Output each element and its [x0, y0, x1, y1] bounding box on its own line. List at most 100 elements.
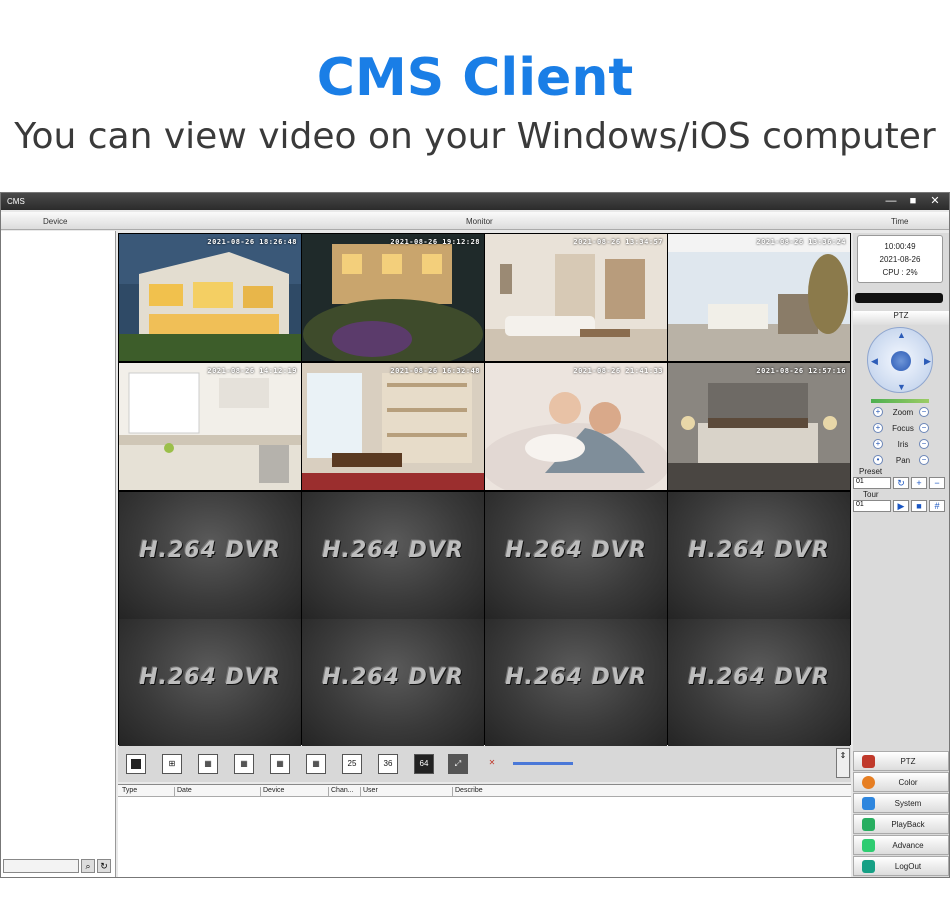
- iris-close-button[interactable]: −: [919, 439, 929, 449]
- clock-display: 10:00:49 2021-08-26 CPU : 2%: [857, 235, 943, 283]
- focus-control: + Focus −: [871, 423, 933, 435]
- menu-color[interactable]: Color: [853, 772, 949, 792]
- fullscreen-icon[interactable]: ⤢: [448, 754, 468, 774]
- camera-tile-8[interactable]: 2021-08-26 12:57:16: [668, 363, 850, 490]
- camera-timestamp: 2021-08-26 12:57:16: [756, 367, 846, 375]
- search-icon[interactable]: ⌕: [81, 859, 95, 873]
- dvr-tile-14[interactable]: H.264 DVR: [302, 619, 484, 746]
- tour-grid-button[interactable]: #: [929, 500, 945, 512]
- camera-timestamp: 2021-08-26 13:36:24: [756, 238, 846, 246]
- dvr-label: H.264 DVR: [688, 538, 830, 563]
- camera-tile-2[interactable]: 2021-08-26 19:12:28: [302, 234, 484, 361]
- dvr-tile-15[interactable]: H.264 DVR: [485, 619, 667, 746]
- maximize-button[interactable]: ■: [907, 194, 919, 208]
- zoom-control: + Zoom −: [871, 407, 933, 419]
- camera-tile-6[interactable]: 2021-08-26 16:32:48: [302, 363, 484, 490]
- log-col-channel[interactable]: Chan...: [328, 787, 354, 797]
- split-6-button[interactable]: ▦: [198, 754, 218, 774]
- refresh-icon[interactable]: ↻: [97, 859, 111, 873]
- arrow-left-icon[interactable]: ◀: [871, 356, 878, 367]
- volume-slider[interactable]: [513, 762, 573, 765]
- time-header: Time: [891, 217, 909, 226]
- close-button[interactable]: ✕: [929, 194, 941, 208]
- iris-label: Iris: [897, 440, 909, 449]
- focus-in-button[interactable]: +: [873, 423, 883, 433]
- arrow-right-icon[interactable]: ▶: [924, 356, 931, 367]
- ptz-center-button[interactable]: [891, 351, 911, 371]
- menu-ptz[interactable]: PTZ: [853, 751, 949, 771]
- log-header-row: Type Date Device Chan... User Describe: [118, 785, 851, 797]
- dvr-tile-11[interactable]: H.264 DVR: [485, 492, 667, 619]
- camera-timestamp: 2021-08-26 19:12:28: [390, 238, 480, 246]
- device-search-input[interactable]: [3, 859, 79, 873]
- minimize-button[interactable]: —: [885, 194, 897, 208]
- tour-stop-button[interactable]: ■: [911, 500, 927, 512]
- ptz-icon: [862, 755, 875, 768]
- preset-call-button[interactable]: ↻: [893, 477, 909, 489]
- split-8-button[interactable]: ▦: [270, 754, 290, 774]
- dvr-tile-10[interactable]: H.264 DVR: [302, 492, 484, 619]
- dvr-tile-9[interactable]: H.264 DVR: [119, 492, 301, 619]
- camera-feed-villa: [119, 234, 301, 361]
- zoom-out-button[interactable]: −: [919, 407, 929, 417]
- preset-add-button[interactable]: +: [911, 477, 927, 489]
- dvr-tile-12[interactable]: H.264 DVR: [668, 492, 850, 619]
- menu-system[interactable]: System: [853, 793, 949, 813]
- window-titlebar[interactable]: CMS — ■ ✕: [1, 193, 949, 210]
- pan-stop-button[interactable]: −: [919, 455, 929, 465]
- device-tree-panel[interactable]: ⌕ ↻: [1, 231, 116, 877]
- playback-icon: [862, 818, 875, 831]
- window-title: CMS: [7, 197, 25, 206]
- log-col-date[interactable]: Date: [174, 787, 192, 797]
- pan-start-button[interactable]: •: [873, 455, 883, 465]
- focus-out-button[interactable]: −: [919, 423, 929, 433]
- preset-select[interactable]: 01: [853, 477, 891, 489]
- main-menu: PTZ Color System PlayBack Advance LogOut: [853, 749, 949, 877]
- log-col-type[interactable]: Type: [120, 787, 137, 797]
- camera-tile-3[interactable]: 2021-08-26 13:34:57: [485, 234, 667, 361]
- color-icon: [862, 776, 875, 789]
- split-toolbar: ⊞ ▦ ▦ ▦ ▦ 25 36 64 ⤢ ✕ ⇕: [118, 746, 851, 782]
- tour-play-button[interactable]: ▶: [893, 500, 909, 512]
- dvr-label: H.264 DVR: [505, 665, 647, 690]
- menu-logout[interactable]: LogOut: [853, 856, 949, 876]
- camera-timestamp: 2021-08-26 13:34:57: [573, 238, 663, 246]
- scroll-toggle-icon[interactable]: ⇕: [836, 748, 850, 778]
- split-16-button[interactable]: ▦: [306, 754, 326, 774]
- cpu-usage: CPU : 2%: [882, 268, 918, 277]
- split-1-button[interactable]: [126, 754, 146, 774]
- tour-select[interactable]: 01: [853, 500, 891, 512]
- camera-tile-4[interactable]: 2021-08-26 13:36:24: [668, 234, 850, 361]
- arrow-up-icon[interactable]: ▲: [897, 330, 906, 340]
- ptz-speed-slider[interactable]: [871, 399, 929, 403]
- log-col-user[interactable]: User: [360, 787, 378, 797]
- split-9-button[interactable]: ▦: [234, 754, 254, 774]
- camera-tile-1[interactable]: 2021-08-26 18:26:48: [119, 234, 301, 361]
- clock-time: 10:00:49: [884, 242, 916, 251]
- mute-icon[interactable]: ✕: [482, 754, 502, 774]
- split-25-button[interactable]: 25: [342, 754, 362, 774]
- split-64-button[interactable]: 64: [414, 754, 434, 774]
- hero-subtitle: You can view video on your Windows/iOS c…: [14, 116, 936, 157]
- camera-timestamp: 2021-08-26 21:41:33: [573, 367, 663, 375]
- menu-playback[interactable]: PlayBack: [853, 814, 949, 834]
- panel-header-bar: Device Monitor Time: [1, 212, 949, 230]
- iris-open-button[interactable]: +: [873, 439, 883, 449]
- ptz-direction-pad[interactable]: ▲ ▼ ◀ ▶: [867, 327, 933, 393]
- preset-label: Preset: [859, 467, 883, 476]
- dvr-tile-13[interactable]: H.264 DVR: [119, 619, 301, 746]
- preset-remove-button[interactable]: −: [929, 477, 945, 489]
- camera-tile-7[interactable]: 2021-08-26 21:41:33: [485, 363, 667, 490]
- dvr-label: H.264 DVR: [688, 665, 830, 690]
- log-col-describe[interactable]: Describe: [452, 787, 483, 797]
- zoom-in-button[interactable]: +: [873, 407, 883, 417]
- log-col-device[interactable]: Device: [260, 787, 284, 797]
- pan-label: Pan: [895, 456, 911, 465]
- arrow-down-icon[interactable]: ▼: [897, 382, 906, 392]
- dvr-tile-16[interactable]: H.264 DVR: [668, 619, 850, 746]
- camera-feed-living-room: [485, 234, 667, 361]
- split-36-button[interactable]: 36: [378, 754, 398, 774]
- menu-advance[interactable]: Advance: [853, 835, 949, 855]
- split-4-button[interactable]: ⊞: [162, 754, 182, 774]
- camera-tile-5[interactable]: 2021-08-26 14:12:19: [119, 363, 301, 490]
